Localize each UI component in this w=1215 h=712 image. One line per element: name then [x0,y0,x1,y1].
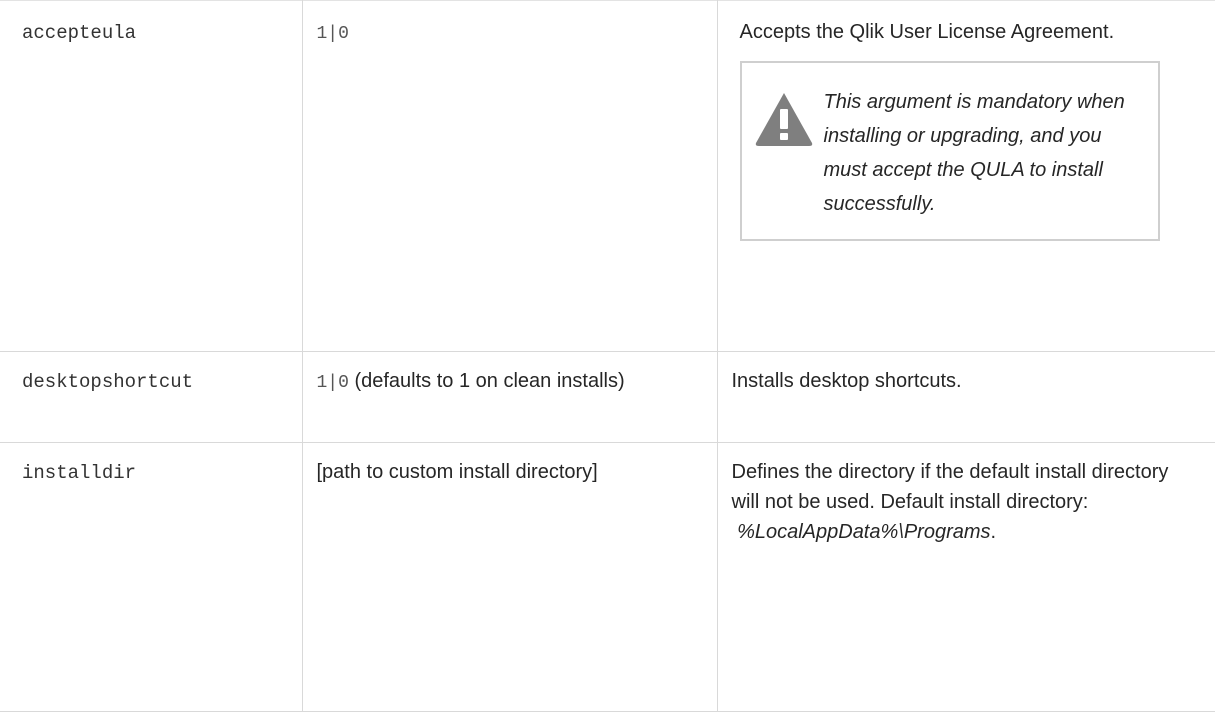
value-code: 1|0 [316,24,349,44]
description-cell: Installs desktop shortcuts. [716,351,1215,443]
value-text: [path to custom install directory] [316,461,598,483]
value-cell: 1|0 (defaults to 1 on clean installs) [301,351,718,443]
argument-cell: installdir [0,442,303,712]
argument-name: installdir [22,462,137,484]
table-row: desktopshortcut 1|0 (defaults to 1 on cl… [0,351,1215,443]
table-row: accepteula 1|0 Accepts the Qlik User Lic… [0,0,1215,352]
argument-cell: accepteula [0,0,303,352]
argument-cell: desktopshortcut [0,351,303,443]
argument-name: desktopshortcut [22,371,194,393]
warning-icon [755,93,812,146]
value-cell: [path to custom install directory] [301,442,718,712]
description-cell: Defines the directory if the default ins… [716,442,1215,712]
argument-name: accepteula [22,22,137,44]
description-cell: Accepts the Qlik User License Agreement.… [716,0,1215,352]
value-text: (defaults to 1 on clean installs) [348,370,625,392]
value-code: 1|0 [316,373,349,393]
description-text: Defines the directory if the default ins… [731,461,1169,513]
value-cell: 1|0 [301,0,718,352]
description-suffix: . [990,521,997,543]
description-text: Installs desktop shortcuts. [731,370,962,392]
arguments-table: accepteula 1|0 Accepts the Qlik User Lic… [0,0,1215,712]
description-text: Accepts the Qlik User License Agreement. [739,21,1115,43]
table-row: installdir [path to custom install direc… [0,442,1215,712]
warning-note: This argument is mandatory when installi… [739,61,1160,241]
warning-note-text: This argument is mandatory when installi… [823,91,1125,215]
default-path: %LocalAppData%\Programs [737,521,991,543]
